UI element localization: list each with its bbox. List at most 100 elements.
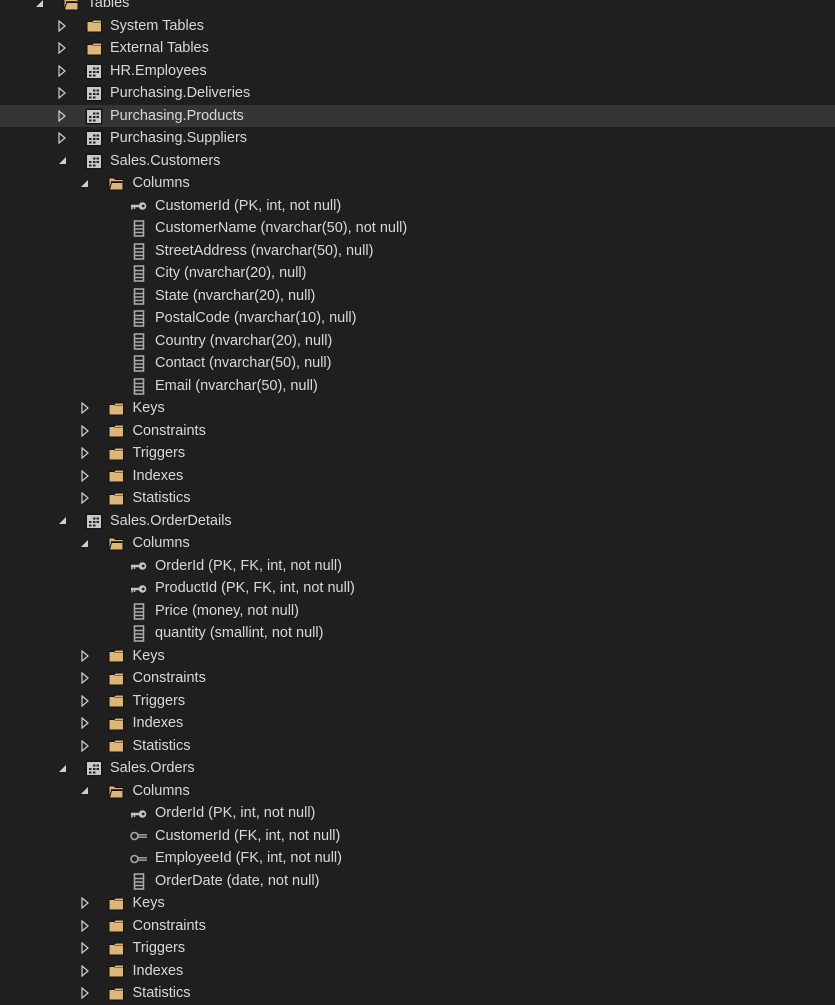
collapsed-arrow-icon[interactable] (79, 960, 91, 983)
tree-node[interactable]: Columns (0, 172, 835, 195)
collapsed-arrow-icon[interactable] (79, 420, 91, 443)
collapsed-arrow-icon[interactable] (79, 667, 91, 690)
tree-node[interactable]: HR.Employees (0, 60, 835, 83)
tree-node-label: StreetAddress (nvarchar(50), null) (155, 242, 374, 259)
collapsed-arrow-icon[interactable] (79, 397, 91, 420)
tree-node[interactable]: Purchasing.Suppliers (0, 127, 835, 150)
tree-node-label: CustomerId (PK, int, not null) (155, 197, 342, 214)
tree-node[interactable]: EmployeeId (FK, int, not null) (0, 847, 835, 870)
expanded-arrow-icon[interactable] (79, 172, 91, 195)
tree-node[interactable]: Triggers (0, 442, 835, 465)
tree-node[interactable]: OrderDate (date, not null) (0, 870, 835, 893)
collapsed-arrow-icon[interactable] (56, 105, 68, 128)
collapsed-arrow-icon[interactable] (56, 60, 68, 83)
collapsed-arrow-icon[interactable] (79, 442, 91, 465)
tree-node[interactable]: Constraints (0, 420, 835, 443)
tree-node-label: Indexes (132, 962, 184, 979)
tree-node[interactable]: Statistics (0, 487, 835, 510)
collapsed-arrow-icon[interactable] (56, 15, 68, 38)
collapsed-arrow-icon[interactable] (79, 937, 91, 960)
tree-node[interactable]: Sales.Customers (0, 150, 835, 173)
folder-icon (108, 715, 126, 732)
collapsed-arrow-icon[interactable] (79, 487, 91, 510)
tree-node[interactable]: Indexes (0, 960, 835, 983)
tree-node[interactable]: Indexes (0, 712, 835, 735)
tree-node[interactable]: Constraints (0, 915, 835, 938)
collapsed-arrow-icon[interactable] (79, 892, 91, 915)
expanded-arrow-icon[interactable] (56, 510, 68, 533)
tree-node[interactable]: CustomerName (nvarchar(50), not null) (0, 217, 835, 240)
tree-node-label: Sales.OrderDetails (110, 512, 232, 529)
tree-node[interactable]: Statistics (0, 982, 835, 1005)
tree-node[interactable]: Columns (0, 780, 835, 803)
expanded-arrow-icon[interactable] (79, 532, 91, 555)
column-icon (130, 220, 148, 237)
tree-node[interactable]: Country (nvarchar(20), null) (0, 330, 835, 353)
expanded-arrow-icon[interactable] (34, 0, 46, 15)
folder-open-icon (108, 535, 126, 552)
column-icon (130, 602, 148, 620)
foreign-key-icon (130, 828, 148, 845)
tree-node[interactable]: Tables (0, 0, 835, 15)
tree-node[interactable]: Indexes (0, 465, 835, 488)
tree-node-label: External Tables (110, 40, 209, 56)
tree-node[interactable]: Keys (0, 645, 835, 668)
tree-node[interactable]: Triggers (0, 937, 835, 960)
collapsed-arrow-icon[interactable] (79, 915, 91, 938)
tree-node[interactable]: External Tables (0, 37, 835, 60)
tree-node[interactable]: Purchasing.Deliveries (0, 82, 835, 105)
tree-node-label: Keys (132, 647, 165, 664)
tree-node[interactable]: Sales.OrderDetails (0, 510, 835, 533)
column-icon (130, 355, 148, 372)
tree-node[interactable]: PostalCode (nvarchar(10), null) (0, 307, 835, 330)
folder-icon (108, 940, 126, 957)
collapsed-arrow-icon[interactable] (79, 690, 91, 713)
collapsed-arrow-icon[interactable] (56, 127, 68, 150)
collapsed-arrow-icon[interactable] (79, 645, 91, 668)
tree-node[interactable]: System Tables (0, 15, 835, 38)
tree-node[interactable]: Columns (0, 532, 835, 555)
tree-node-label: Tables (87, 0, 130, 11)
tree-node[interactable]: Contact (nvarchar(50), null) (0, 352, 835, 375)
tree-node-label: EmployeeId (FK, int, not null) (155, 850, 342, 866)
collapsed-arrow-icon[interactable] (79, 712, 91, 735)
collapsed-arrow-icon[interactable] (79, 982, 91, 1005)
folder-open-icon (63, 0, 81, 12)
folder-icon (108, 963, 126, 980)
tree-node[interactable]: Keys (0, 892, 835, 915)
tree-node[interactable]: quantity (smallint, not null) (0, 622, 835, 645)
folder-icon (108, 693, 126, 710)
collapsed-arrow-icon[interactable] (56, 82, 68, 105)
tree-node[interactable]: Triggers (0, 690, 835, 713)
table-icon (85, 513, 103, 530)
collapsed-arrow-icon[interactable] (79, 465, 91, 488)
tree-node[interactable]: OrderId (PK, int, not null) (0, 802, 835, 825)
folder-icon (108, 738, 126, 755)
expanded-arrow-icon[interactable] (56, 150, 68, 173)
table-icon (85, 760, 103, 777)
tree-node[interactable]: Statistics (0, 735, 835, 758)
tree-node-label: City (nvarchar(20), null) (155, 265, 307, 281)
tree-node[interactable]: City (nvarchar(20), null) (0, 262, 835, 285)
expanded-arrow-icon[interactable] (79, 780, 91, 803)
folder-icon (108, 445, 126, 462)
collapsed-arrow-icon[interactable] (79, 735, 91, 758)
tree-node-label: Columns (132, 535, 190, 551)
tree-node-label: System Tables (110, 17, 205, 34)
tree-node[interactable]: ProductId (PK, FK, int, not null) (0, 577, 835, 600)
tree-node[interactable]: State (nvarchar(20), null) (0, 285, 835, 308)
tree-node[interactable]: StreetAddress (nvarchar(50), null) (0, 240, 835, 263)
tree-node[interactable]: Keys (0, 397, 835, 420)
tree-node-label: Triggers (132, 940, 186, 956)
tree-node[interactable]: Price (money, not null) (0, 600, 835, 623)
tree-node[interactable]: CustomerId (FK, int, not null) (0, 825, 835, 848)
collapsed-arrow-icon[interactable] (56, 37, 68, 60)
tree-node[interactable]: Email (nvarchar(50), null) (0, 375, 835, 398)
tree-node[interactable]: Constraints (0, 667, 835, 690)
tree-node[interactable]: Purchasing.Products (0, 104, 835, 128)
tree-node[interactable]: Sales.Orders (0, 757, 835, 780)
tree-node[interactable]: CustomerId (PK, int, not null) (0, 195, 835, 218)
tree-node[interactable]: OrderId (PK, FK, int, not null) (0, 555, 835, 578)
column-icon (130, 242, 148, 260)
expanded-arrow-icon[interactable] (56, 757, 68, 780)
